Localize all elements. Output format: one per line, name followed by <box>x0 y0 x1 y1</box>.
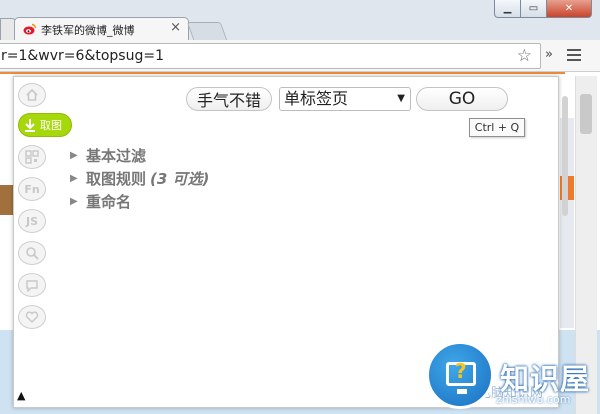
hamburger-menu-icon[interactable] <box>567 49 581 62</box>
tab-active[interactable]: 李铁军的微博_微博 × <box>14 17 189 41</box>
browser-toolbar: r=1&wvr=6&topsug=1 ☆ » <box>0 40 600 72</box>
watermark-subtitle: zhishiwu.com <box>496 393 571 406</box>
tab-title: 李铁军的微博_微博 <box>41 24 135 37</box>
expand-arrow-icon: ▶ <box>70 150 78 161</box>
question-mark-icon: ? <box>455 359 467 383</box>
tab-mode-value: 单标签页 <box>284 89 349 108</box>
address-bar[interactable]: r=1&wvr=6&topsug=1 ☆ <box>0 43 541 69</box>
home-icon <box>26 88 38 101</box>
tree-item-label: 取图规则 <box>86 170 147 188</box>
page-thumbnail <box>0 185 14 215</box>
tree-item-rename[interactable]: ▶ 重命名 <box>70 190 209 213</box>
weibo-favicon-icon <box>23 23 37 35</box>
address-text[interactable]: r=1&wvr=6&topsug=1 <box>1 48 164 64</box>
home-button[interactable] <box>18 83 46 107</box>
popup-scrollbar-thumb[interactable] <box>562 96 568 216</box>
minimize-button[interactable]: ▁ <box>494 0 521 18</box>
tree-item-label: 重命名 <box>86 193 132 211</box>
fn-icon: Fn <box>24 182 40 196</box>
window-controls: ▁ ▭ ✕ <box>494 0 592 18</box>
tab-close-icon[interactable]: × <box>170 21 181 35</box>
qr-button[interactable] <box>18 145 46 169</box>
shortcut-tooltip: Ctrl + Q <box>469 118 525 137</box>
comment-button[interactable] <box>18 273 46 297</box>
close-window-button[interactable]: ✕ <box>547 0 592 18</box>
monitor-stand <box>457 389 467 394</box>
heart-icon <box>25 311 39 323</box>
tree-item-basic-filter[interactable]: ▶ 基本过滤 <box>70 144 209 167</box>
tab-mode-select[interactable]: 单标签页 ▼ <box>279 87 411 111</box>
new-tab-button[interactable] <box>186 22 228 40</box>
go-button[interactable]: GO <box>416 87 508 111</box>
page-accent-line <box>0 72 565 74</box>
js-button[interactable]: JS <box>18 209 46 233</box>
download-arrow-icon <box>25 119 35 132</box>
js-icon: JS <box>25 214 38 228</box>
maximize-button[interactable]: ▭ <box>521 0 547 18</box>
search-button[interactable] <box>18 241 46 265</box>
fn-button[interactable]: Fn <box>18 177 46 201</box>
search-icon <box>26 247 39 260</box>
extensions-overflow-icon[interactable]: » <box>545 47 553 62</box>
lucky-button[interactable]: 手气不错 <box>186 87 272 111</box>
capture-button[interactable]: 取图 <box>18 113 72 137</box>
title-bar: 李铁军的微博_微博 × ▁ ▭ ✕ <box>0 0 600 41</box>
tree-item-hint: (3 可选) <box>150 170 210 188</box>
heart-button[interactable] <box>18 305 46 329</box>
settings-tree: ▶ 基本过滤 ▶ 取图规则 (3 可选) ▶ 重命名 <box>70 144 209 213</box>
expand-arrow-icon: ▶ <box>70 196 78 207</box>
page-scrollbar-thumb[interactable] <box>580 94 592 134</box>
tree-item-label: 基本过滤 <box>86 147 147 165</box>
collapse-arrow-icon[interactable]: ▲ <box>17 389 25 402</box>
watermark-title: 知识屋 <box>500 362 591 396</box>
qr-code-icon <box>25 150 39 164</box>
comment-icon <box>26 280 38 292</box>
chevron-down-icon: ▼ <box>397 93 405 104</box>
capture-label: 取图 <box>40 119 62 132</box>
tree-item-capture-rules[interactable]: ▶ 取图规则 (3 可选) <box>70 167 209 190</box>
bookmark-star-icon[interactable]: ☆ <box>517 46 532 66</box>
expand-arrow-icon: ▶ <box>70 173 78 184</box>
watermark-logo: ? <box>426 341 494 409</box>
